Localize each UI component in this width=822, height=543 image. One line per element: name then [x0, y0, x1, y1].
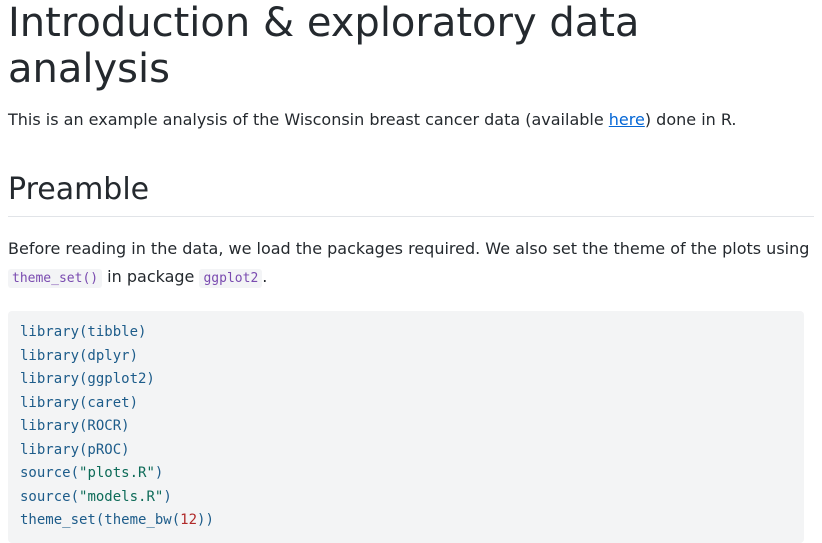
preamble-text-3: .: [262, 267, 268, 286]
code-block[interactable]: library(tibble) library(dplyr) library(g…: [8, 311, 804, 543]
inline-code-ggplot2: ggplot2: [199, 269, 263, 288]
code-line: library(dplyr): [20, 347, 139, 364]
number-literal: 12: [180, 512, 198, 528]
code-line: source("plots.R"): [20, 465, 164, 481]
preamble-text-2: in package: [102, 267, 200, 286]
intro-text-after: ) done in R.: [644, 110, 737, 129]
intro-text-before: This is an example analysis of the Wisco…: [8, 110, 609, 129]
code-line: library(pROC): [20, 441, 130, 458]
string-literal: "plots.R": [79, 465, 155, 481]
string-literal: "models.R": [79, 488, 164, 505]
here-link[interactable]: here: [609, 110, 645, 129]
section-title-preamble: Preamble: [8, 172, 814, 217]
code-line: source("models.R"): [20, 488, 172, 505]
code-line: library(ROCR): [20, 418, 130, 434]
code-line: library(tibble): [20, 324, 147, 340]
code-line: library(ggplot2): [20, 371, 155, 387]
document-page: Introduction & exploratory data analysis…: [0, 0, 822, 543]
preamble-paragraph: Before reading in the data, we load the …: [8, 235, 814, 293]
intro-paragraph: This is an example analysis of the Wisco…: [8, 108, 814, 132]
inline-code-theme-set: theme_set(): [8, 269, 103, 288]
code-line: theme_set(theme_bw(12)): [20, 512, 214, 528]
page-title: Introduction & exploratory data analysis: [8, 0, 640, 92]
code-line: library(caret): [20, 394, 139, 411]
preamble-text-1: Before reading in the data, we load the …: [8, 239, 810, 258]
